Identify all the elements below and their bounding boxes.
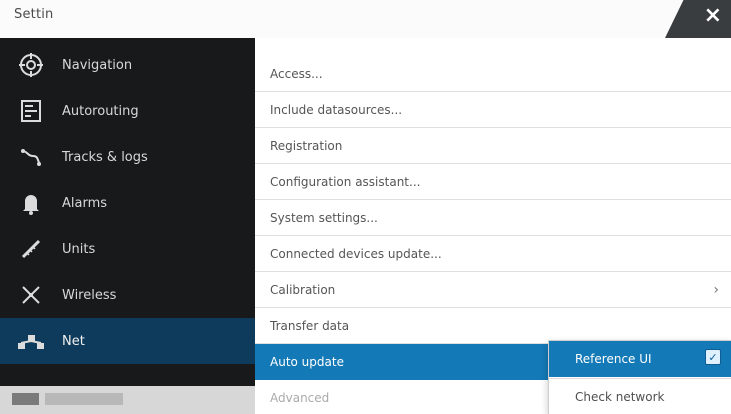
sidebar-item-label: Units bbox=[62, 241, 96, 257]
network-icon bbox=[14, 324, 48, 358]
sidebar-item-tracks-logs[interactable]: Tracks & logs bbox=[0, 134, 255, 180]
sidebar-item-net[interactable]: Net bbox=[0, 318, 255, 364]
sidebar-item-label: Alarms bbox=[62, 195, 108, 211]
close-button[interactable]: × bbox=[665, 0, 731, 38]
menu-item-include-datasources[interactable]: Include datasources... bbox=[255, 92, 731, 128]
sidebar-item-autorouting[interactable]: Autorouting bbox=[0, 88, 255, 134]
menu-item-registration[interactable]: Registration bbox=[255, 128, 731, 164]
popup-option-label: Reference UI bbox=[575, 352, 652, 366]
close-icon[interactable]: × bbox=[704, 5, 722, 27]
ruler-icon bbox=[14, 232, 48, 266]
menu-item-label: Calibration bbox=[270, 282, 336, 297]
chart-icon bbox=[14, 48, 48, 82]
footer-marker bbox=[12, 393, 39, 405]
menu-item-auto-update[interactable]: Auto update bbox=[255, 344, 550, 380]
sidebar-item-label: Net bbox=[62, 333, 85, 349]
settings-window: Settin × Navigation Autorouting Tracks &… bbox=[0, 0, 731, 414]
menu-item-system-settings[interactable]: System settings... bbox=[255, 200, 731, 236]
sidebar-item-units[interactable]: Units bbox=[0, 226, 255, 272]
window-title: Settin bbox=[14, 7, 54, 22]
sidebar-item-label: Wireless bbox=[62, 287, 117, 303]
settings-sidebar: Navigation Autorouting Tracks & logs Ala… bbox=[0, 38, 255, 414]
sidebar-item-alarms[interactable]: Alarms bbox=[0, 180, 255, 226]
menu-item-access[interactable]: Access... bbox=[255, 56, 731, 92]
track-icon bbox=[14, 140, 48, 174]
sidebar-item-wireless[interactable]: Wireless bbox=[0, 272, 255, 318]
checkbox-icon[interactable]: ✓ bbox=[705, 349, 721, 365]
alarm-bell-icon bbox=[14, 186, 48, 220]
antenna-icon bbox=[14, 278, 48, 312]
sidebar-footer bbox=[0, 386, 255, 414]
sidebar-item-label: Tracks & logs bbox=[62, 149, 148, 165]
menu-item-connected-devices-update[interactable]: Connected devices update... bbox=[255, 236, 731, 272]
menu-item-transfer-data[interactable]: Transfer data bbox=[255, 308, 731, 344]
footer-marker bbox=[45, 393, 123, 405]
menu-item-configuration-assistant[interactable]: Configuration assistant... bbox=[255, 164, 731, 200]
sidebar-item-navigation[interactable]: Navigation bbox=[0, 42, 255, 88]
sidebar-item-label: Navigation bbox=[62, 57, 133, 73]
auto-update-popup: Reference UI ✓ Check network bbox=[549, 341, 731, 414]
menu-item-calibration[interactable]: Calibration › bbox=[255, 272, 731, 308]
sidebar-item-label: Autorouting bbox=[62, 103, 139, 119]
route-icon bbox=[14, 94, 48, 128]
popup-option-reference-ui[interactable]: Reference UI ✓ bbox=[549, 341, 731, 377]
popup-option-label: Check network bbox=[575, 389, 665, 404]
chevron-right-icon: › bbox=[713, 282, 719, 298]
popup-option-check-network[interactable]: Check network bbox=[549, 378, 731, 414]
window-titlebar: Settin × bbox=[0, 0, 731, 39]
